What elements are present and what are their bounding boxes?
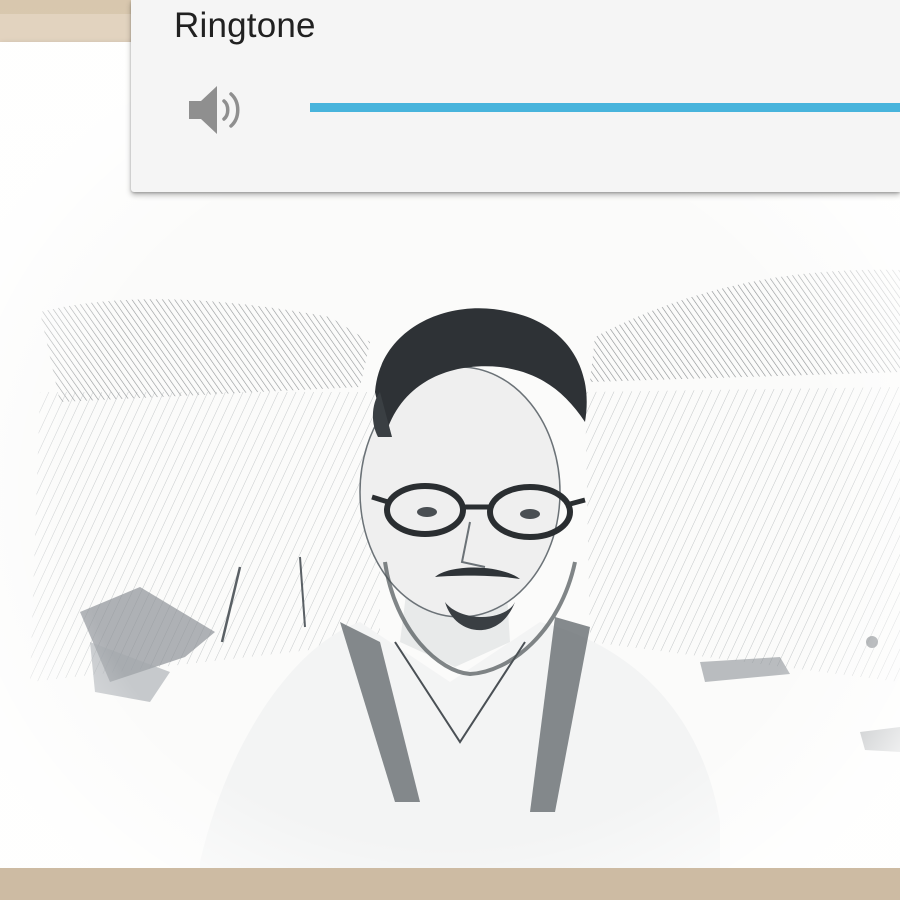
speaker-volume-icon[interactable]: [187, 84, 245, 136]
volume-slider[interactable]: [310, 103, 900, 112]
volume-stream-title: Ringtone: [174, 6, 316, 45]
volume-panel: Ringtone: [131, 0, 900, 192]
volume-slider-fill: [310, 103, 900, 112]
speaker-volume-icon-graphic: [189, 86, 240, 134]
frame-bottom-edge: [0, 868, 900, 900]
